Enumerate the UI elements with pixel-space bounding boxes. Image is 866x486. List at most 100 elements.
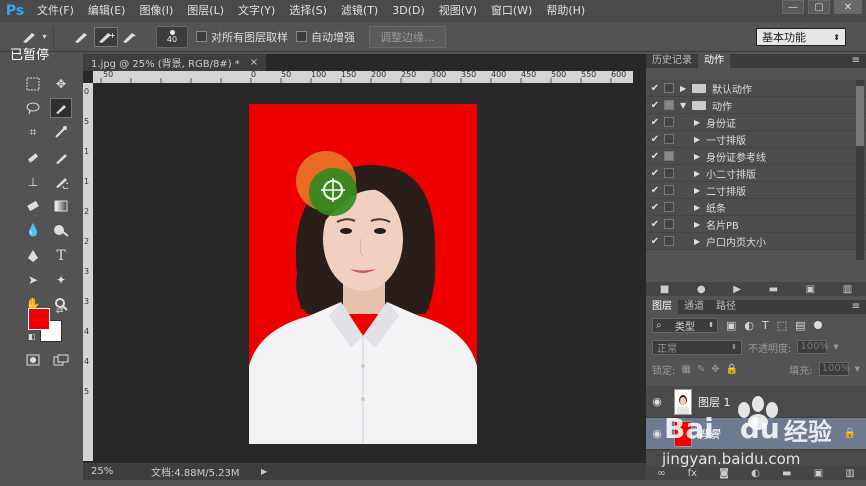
trash-icon[interactable]: ▥ bbox=[843, 284, 852, 295]
chevron-right-icon[interactable]: ▶ bbox=[694, 169, 706, 178]
action-item[interactable]: ✔ ▼ 动作 bbox=[646, 97, 866, 114]
history-brush-tool-icon[interactable] bbox=[50, 172, 72, 192]
play-icon[interactable]: ▶ bbox=[733, 284, 741, 295]
auto-enhance-checkbox[interactable]: 自动增强 bbox=[296, 29, 355, 45]
chevron-right-icon[interactable]: ▶ bbox=[694, 118, 706, 127]
smart-object-filter-icon[interactable]: ▤ bbox=[795, 319, 805, 332]
menu-file[interactable]: 文件(F) bbox=[30, 0, 81, 22]
check-icon[interactable]: ✔ bbox=[646, 151, 664, 162]
action-item[interactable]: ✔ ▶ 二寸排版 bbox=[646, 182, 866, 199]
record-icon[interactable]: ● bbox=[697, 284, 706, 295]
chevron-down-icon[interactable]: ▼ bbox=[855, 365, 860, 373]
blur-tool-icon[interactable]: 💧 bbox=[22, 220, 44, 240]
sample-all-layers-checkbox[interactable]: 对所有图层取样 bbox=[196, 29, 288, 45]
shape-tool-icon[interactable]: ✦ bbox=[50, 270, 72, 290]
default-colors-icon[interactable]: ◧ bbox=[28, 332, 36, 341]
menu-help[interactable]: 帮助(H) bbox=[539, 0, 592, 22]
menu-window[interactable]: 窗口(W) bbox=[484, 0, 539, 22]
chevron-right-icon[interactable]: ▶ bbox=[694, 186, 706, 195]
move-tool-icon[interactable]: ✥ bbox=[50, 74, 72, 94]
check-icon[interactable]: ✔ bbox=[646, 202, 664, 213]
eye-icon[interactable]: ◉ bbox=[646, 395, 668, 408]
menu-image[interactable]: 图像(I) bbox=[132, 0, 180, 22]
dialog-toggle[interactable] bbox=[664, 219, 674, 229]
status-menu-icon[interactable]: ▶ bbox=[261, 467, 267, 476]
adjustment-filter-icon[interactable]: ◐ bbox=[744, 319, 754, 332]
dialog-toggle[interactable] bbox=[664, 236, 674, 246]
menu-3d[interactable]: 3D(D) bbox=[385, 0, 432, 22]
tab-history[interactable]: 历史记录 bbox=[646, 54, 698, 68]
adjustment-layer-icon[interactable]: ◐ bbox=[751, 468, 760, 479]
lock-transparent-icon[interactable]: ▦ bbox=[681, 364, 690, 375]
layer-row-selected[interactable]: ◉ 背景 🔒 bbox=[646, 418, 866, 450]
menu-filter[interactable]: 滤镜(T) bbox=[334, 0, 385, 22]
check-icon[interactable]: ✔ bbox=[646, 100, 664, 111]
shape-filter-icon[interactable]: ⬚ bbox=[777, 319, 787, 332]
restore-button[interactable]: ▢ bbox=[808, 0, 830, 14]
check-icon[interactable]: ✔ bbox=[646, 219, 664, 230]
document-tab[interactable]: 1.jpg @ 25% (背景, RGB/8#) * × bbox=[83, 54, 267, 71]
lock-all-icon[interactable]: 🔒 bbox=[726, 364, 738, 375]
subtract-selection-button[interactable]: - bbox=[118, 27, 142, 47]
new-action-icon[interactable]: ▣ bbox=[806, 284, 815, 295]
workspace-select[interactable]: 基本功能 ⬍ bbox=[756, 28, 846, 46]
check-icon[interactable]: ✔ bbox=[646, 134, 664, 145]
zoom-level[interactable]: 25% bbox=[83, 466, 121, 477]
add-mask-icon[interactable]: ◙ bbox=[719, 468, 729, 479]
check-icon[interactable]: ✔ bbox=[646, 168, 664, 179]
chevron-right-icon[interactable]: ▶ bbox=[694, 220, 706, 229]
menu-edit[interactable]: 编辑(E) bbox=[81, 0, 133, 22]
tab-layers[interactable]: 图层 bbox=[646, 300, 678, 314]
lock-pixels-icon[interactable]: ✎ bbox=[697, 364, 705, 375]
fx-icon[interactable]: fx bbox=[688, 468, 697, 479]
new-set-icon[interactable]: ▬ bbox=[769, 284, 778, 295]
chevron-right-icon[interactable]: ▶ bbox=[694, 203, 706, 212]
dialog-toggle[interactable] bbox=[664, 83, 674, 93]
lock-position-icon[interactable]: ✥ bbox=[711, 364, 719, 375]
tab-actions[interactable]: 动作 bbox=[698, 54, 730, 68]
new-selection-button[interactable] bbox=[70, 27, 94, 47]
tab-paths[interactable]: 路径 bbox=[710, 300, 742, 314]
blend-mode-select[interactable]: 正常 ⬍ bbox=[652, 339, 742, 355]
image-filter-icon[interactable]: ▣ bbox=[726, 319, 736, 332]
panel-menu-icon[interactable]: ≡ bbox=[852, 300, 866, 314]
brush-tool-icon[interactable] bbox=[50, 148, 72, 168]
quick-selection-tool-icon[interactable] bbox=[50, 98, 72, 118]
check-icon[interactable]: ✔ bbox=[646, 185, 664, 196]
link-layers-icon[interactable]: ∞ bbox=[657, 468, 665, 479]
opacity-input[interactable]: 100% bbox=[797, 340, 829, 354]
chevron-right-icon[interactable]: ▶ bbox=[694, 152, 706, 161]
lasso-tool-icon[interactable] bbox=[22, 98, 44, 118]
marquee-tool-icon[interactable] bbox=[22, 74, 44, 94]
quick-mask-icon[interactable] bbox=[22, 350, 44, 370]
chevron-down-icon[interactable]: ▼ bbox=[833, 343, 838, 351]
panel-menu-icon[interactable]: ≡ bbox=[852, 54, 866, 68]
action-item[interactable]: ✔ ▶ 身份证参考线 bbox=[646, 148, 866, 165]
close-button[interactable]: ✕ bbox=[834, 0, 862, 14]
action-item[interactable]: ✔ ▶ 一寸排版 bbox=[646, 131, 866, 148]
menu-layer[interactable]: 图层(L) bbox=[180, 0, 231, 22]
action-item[interactable]: ✔ ▶ 身份证 bbox=[646, 114, 866, 131]
trash-icon[interactable]: ▥ bbox=[845, 468, 854, 479]
new-layer-icon[interactable]: ▣ bbox=[814, 468, 823, 479]
minimize-button[interactable]: — bbox=[782, 0, 804, 14]
dodge-tool-icon[interactable] bbox=[50, 220, 72, 240]
chevron-right-icon[interactable]: ▶ bbox=[694, 237, 706, 246]
layer-filter-select[interactable]: ⌕ 类型 ⬍ bbox=[652, 317, 718, 333]
dialog-toggle[interactable] bbox=[664, 185, 674, 195]
fill-input[interactable]: 100% bbox=[818, 362, 850, 376]
menu-view[interactable]: 视图(V) bbox=[432, 0, 484, 22]
pen-tool-icon[interactable] bbox=[22, 246, 44, 266]
action-item[interactable]: ✔ ▶ 小二寸排版 bbox=[646, 165, 866, 182]
type-tool-icon[interactable]: T bbox=[50, 246, 72, 266]
dialog-toggle[interactable] bbox=[664, 134, 674, 144]
gradient-tool-icon[interactable] bbox=[50, 196, 72, 216]
menu-type[interactable]: 文字(Y) bbox=[231, 0, 282, 22]
action-item[interactable]: ✔ ▶ 纸条 bbox=[646, 199, 866, 216]
layer-row[interactable]: ◉ 图层 1 bbox=[646, 386, 866, 418]
check-icon[interactable]: ✔ bbox=[646, 117, 664, 128]
stop-icon[interactable]: ■ bbox=[660, 284, 669, 295]
refine-edge-button[interactable]: 调整边缘... bbox=[369, 25, 446, 48]
swap-colors-icon[interactable]: ⇄ bbox=[56, 306, 64, 316]
dialog-toggle[interactable] bbox=[664, 202, 674, 212]
